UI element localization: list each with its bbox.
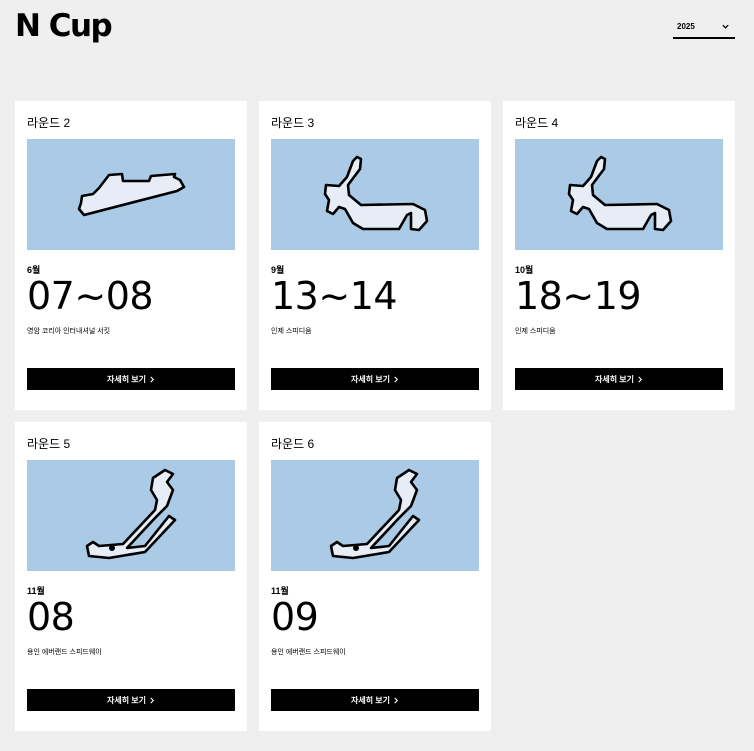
venue-name: 용인 에버랜드 스피드웨이 [271, 649, 346, 656]
year-select[interactable]: 2025 [673, 17, 735, 39]
chevron-right-icon [150, 696, 155, 704]
round-label: 라운드 4 [515, 116, 559, 130]
track-map [27, 460, 235, 571]
venue-name: 인제 스피디움 [515, 328, 556, 335]
view-details-label: 자세히 보기 [350, 374, 391, 384]
track-map [515, 139, 723, 250]
round-label: 라운드 6 [271, 437, 315, 451]
event-dates: 09 [271, 595, 319, 639]
round-card: 라운드 3 9월 13~14 인제 스피디움 자세히 보기 [259, 101, 491, 410]
venue-name: 인제 스피디움 [271, 328, 312, 335]
track-korea-international-circuit-icon [77, 172, 186, 217]
chevron-right-icon [394, 696, 399, 704]
track-map [271, 460, 479, 571]
event-dates: 13~14 [271, 274, 398, 318]
event-dates: 07~08 [27, 274, 154, 318]
chevron-right-icon [150, 375, 155, 383]
track-inje-speedium-icon [323, 155, 429, 232]
view-details-button[interactable]: 자세히 보기 [271, 689, 479, 711]
track-map [27, 139, 235, 250]
round-label: 라운드 2 [27, 116, 71, 130]
round-card: 라운드 4 10월 18~19 인제 스피디움 자세히 보기 [503, 101, 735, 410]
round-card: 라운드 2 6월 07~08 영암 코리아 인터내셔널 서킷 자세히 보기 [15, 101, 247, 410]
view-details-button[interactable]: 자세히 보기 [515, 368, 723, 390]
event-dates: 18~19 [515, 274, 642, 318]
track-everland-speedway-icon [85, 468, 177, 560]
track-inje-speedium-icon [567, 155, 673, 232]
view-details-button[interactable]: 자세히 보기 [27, 368, 235, 390]
chevron-down-icon [722, 24, 729, 29]
venue-name: 용인 에버랜드 스피드웨이 [27, 649, 102, 656]
year-select-value: 2025 [677, 22, 695, 31]
view-details-label: 자세히 보기 [106, 695, 147, 705]
round-label: 라운드 3 [271, 116, 315, 130]
venue-name: 영암 코리아 인터내셔널 서킷 [27, 328, 111, 335]
view-details-label: 자세히 보기 [594, 374, 635, 384]
event-dates: 08 [27, 595, 75, 639]
view-details-label: 자세히 보기 [106, 374, 147, 384]
track-everland-speedway-icon [329, 468, 421, 560]
view-details-button[interactable]: 자세히 보기 [27, 689, 235, 711]
track-map [271, 139, 479, 250]
view-details-label: 자세히 보기 [350, 695, 391, 705]
round-card: 라운드 6 11월 09 용인 에버랜드 스피드웨이 자세히 보기 [259, 422, 491, 731]
page-title: N Cup [15, 8, 113, 44]
round-label: 라운드 5 [27, 437, 71, 451]
view-details-button[interactable]: 자세히 보기 [271, 368, 479, 390]
chevron-right-icon [638, 375, 643, 383]
chevron-right-icon [394, 375, 399, 383]
round-card: 라운드 5 11월 08 용인 에버랜드 스피드웨이 자세히 보기 [15, 422, 247, 731]
